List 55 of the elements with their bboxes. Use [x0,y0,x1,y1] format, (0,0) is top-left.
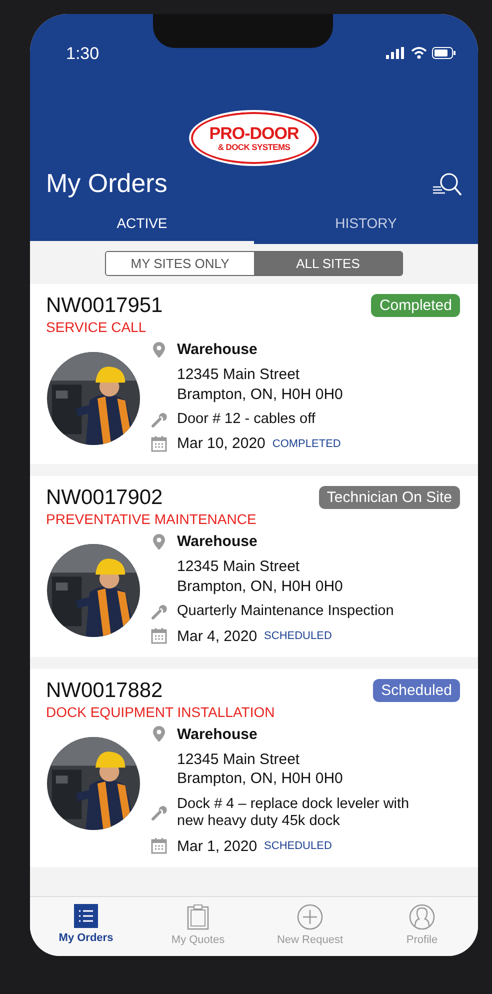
order-date: Mar 10, 2020 [177,435,266,452]
order-type: DOCK EQUIPMENT INSTALLATION [46,704,275,720]
calendar-icon [151,838,167,854]
address-line: 12345 Main Street [177,750,301,770]
profile-icon [409,904,435,930]
order-card[interactable]: NW0017882 DOCK EQUIPMENT INSTALLATION Scheduled Warehouse 12345 Main Street Brampton, ON, H0H 0H0 Dock # 4 – replace dock leveler with new heavy duty 45k dock Mar 1, 2020 SCHEDULED [30,668,478,867]
address-line: 12345 Main Street [177,557,301,577]
status-time: 1:30 [66,44,100,64]
order-card[interactable]: NW0017951 SERVICE CALL Completed Warehouse 12345 Main Street Brampton, ON, H0H 0H0 Door # 12 - cables off Mar 10, 2020 COMPLETED [30,284,478,464]
order-date: Mar 1, 2020 [177,838,258,855]
address-line: Brampton, ON, H0H 0H0 [177,769,344,789]
site-name: Warehouse [177,726,258,743]
list-icon [74,904,98,928]
order-number: NW0017902 [46,486,164,510]
location-pin-icon [151,726,167,742]
wrench-icon [151,805,167,822]
plus-circle-icon [297,904,323,930]
calendar-icon [151,628,167,644]
order-number: NW0017882 [46,678,164,703]
date-status: COMPLETED [272,438,341,450]
date-status: SCHEDULED [264,630,332,642]
segment-button[interactable]: ALL SITES [254,252,402,275]
wrench-icon [151,604,167,620]
address-line: Brampton, ON, H0H 0H0 [177,576,344,596]
tab[interactable]: ACTIVE [30,205,254,244]
order-type: PREVENTATIVE MAINTENANCE [46,511,256,528]
calendar-icon [151,436,167,452]
battery-icon [432,47,456,59]
order-description: Dock # 4 – replace dock leveler with new heavy duty 45k dock [177,796,410,831]
status-badge: Scheduled [373,678,460,702]
wifi-icon [411,47,427,59]
order-description: Quarterly Maintenance Inspection [177,603,395,621]
page-title: My Orders [46,168,168,199]
segment-button[interactable]: MY SITES ONLY [106,252,254,275]
status-badge: Completed [371,294,460,317]
order-type: SERVICE CALL [46,319,148,335]
address-line: Brampton, ON, H0H 0H0 [177,384,344,404]
company-logo: PRO-DOOR & DOCK SYSTEMS [189,110,319,166]
signal-icon [386,47,406,59]
clipboard-icon [187,904,209,930]
location-pin-icon [151,342,167,358]
date-status: SCHEDULED [264,840,332,852]
address-line: 12345 Main Street [177,365,301,384]
tab[interactable]: HISTORY [254,205,478,244]
order-number: NW0017951 [46,294,163,318]
tab-bar-item[interactable]: My Orders [36,904,136,946]
order-date: Mar 4, 2020 [177,628,258,645]
order-card[interactable]: NW0017902 PREVENTATIVE MAINTENANCE Technician On Site Warehouse 12345 Main Street Brampton, ON, H0H 0H0 Quarterly Maintenance Inspection Mar 4, 2020 SCHEDULED [30,476,478,657]
status-badge: Technician On Site [318,486,460,510]
site-name: Warehouse [177,533,258,550]
search-icon[interactable] [432,170,462,196]
location-pin-icon [151,534,167,550]
order-description: Door # 12 - cables off [177,411,316,428]
wrench-icon [151,412,167,428]
site-name: Warehouse [177,341,258,358]
